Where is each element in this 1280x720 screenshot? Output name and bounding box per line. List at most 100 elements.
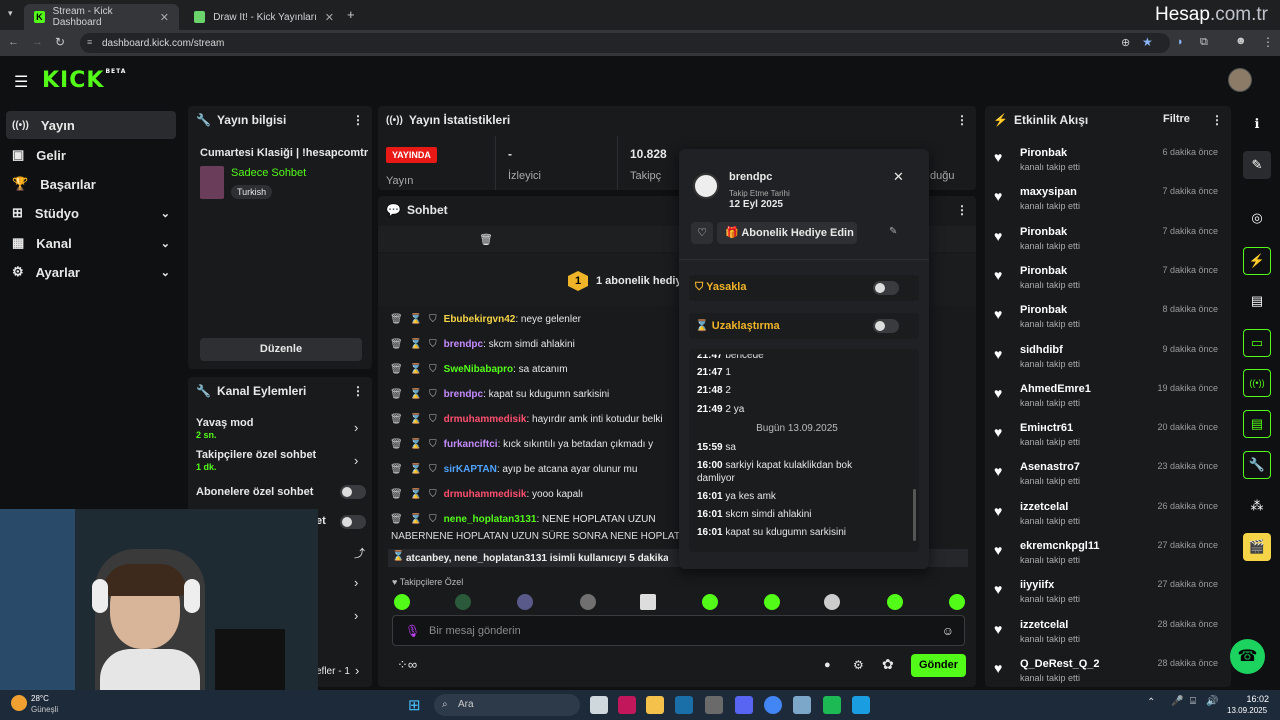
send-button[interactable]: Gönder: [911, 654, 966, 677]
mod-tool-icon[interactable]: ✎: [889, 226, 897, 237]
document-icon[interactable]: ▤: [1243, 287, 1271, 315]
folder-icon[interactable]: [646, 696, 664, 714]
more-options-icon[interactable]: ⋮: [352, 113, 364, 127]
lightning-icon[interactable]: ⚡: [1243, 247, 1271, 275]
shield-icon[interactable]: ⛉: [429, 489, 437, 500]
chat-username[interactable]: SweNibabapro: [444, 364, 513, 375]
tab-list-chevron-icon[interactable]: ▾: [8, 8, 13, 19]
chart-icon[interactable]: ⤴: [354, 545, 365, 561]
activity-event[interactable]: ♥ Asenastro7 kanalı takip etti 23 dakika ön…: [994, 459, 1220, 497]
zoom-icon[interactable]: ⊕: [1121, 36, 1130, 49]
event-username[interactable]: izzetcelal: [1020, 501, 1068, 513]
trash-icon[interactable]: 🗑: [390, 339, 403, 350]
close-icon[interactable]: ✕: [893, 169, 904, 185]
chevron-right-icon[interactable]: ›: [354, 575, 358, 590]
gear-icon[interactable]: ⚙: [853, 658, 864, 672]
ban-toggle[interactable]: [873, 281, 899, 295]
chevron-down-icon[interactable]: ⌄: [161, 237, 170, 250]
close-icon[interactable]: ✕: [160, 11, 169, 24]
emote-icon[interactable]: [949, 594, 965, 610]
back-arrow-icon[interactable]: ←: [8, 36, 19, 48]
event-username[interactable]: ekremcnkpgl11: [1020, 540, 1100, 552]
category-link[interactable]: Sadece Sohbet: [231, 167, 306, 179]
chevron-down-icon[interactable]: ⌄: [161, 266, 170, 279]
hamburger-menu-icon[interactable]: ☰: [14, 72, 28, 92]
nav-item-basarilar[interactable]: 🏆 Başarılar: [6, 170, 176, 198]
hourglass-icon[interactable]: ⌛: [410, 389, 422, 400]
url-input[interactable]: ≡ dashboard.kick.com/stream: [80, 33, 1170, 53]
follow-heart-button[interactable]: ♡: [691, 222, 713, 244]
emote-icon[interactable]: [640, 594, 656, 610]
nav-item-kanal[interactable]: ▦ Kanal ⌄: [6, 229, 176, 257]
bookmark-star-icon[interactable]: ★: [1142, 35, 1153, 49]
reload-icon[interactable]: ↻: [55, 35, 65, 49]
event-username[interactable]: sidhdibf: [1020, 344, 1063, 356]
chevron-right-icon[interactable]: ›: [354, 453, 358, 468]
shield-icon[interactable]: ⛉: [429, 389, 437, 400]
event-username[interactable]: maxysipan: [1020, 186, 1077, 198]
emote-icon[interactable]: [887, 594, 903, 610]
emote-icon[interactable]: [394, 594, 410, 610]
activity-event[interactable]: ♥ Pironbak kanalı takip etti 7 dakika önce: [994, 224, 1220, 262]
network-icon[interactable]: ⌸: [1190, 696, 1196, 707]
nav-item-yayin[interactable]: ((•)) Yayın: [6, 111, 176, 139]
hourglass-icon[interactable]: ⌛: [410, 464, 422, 475]
event-username[interactable]: Q_DeRest_Q_2: [1020, 658, 1100, 670]
shield-icon[interactable]: ⛉: [429, 514, 437, 525]
file-explorer-icon[interactable]: [590, 696, 608, 714]
emote-icon[interactable]: [517, 594, 533, 610]
profile-icon[interactable]: ☻: [1235, 35, 1247, 47]
activity-event[interactable]: ♥ Q_DeRest_Q_2 kanalı takip etti 28 dakika …: [994, 656, 1220, 694]
chat-input-box[interactable]: 🎙 Bir mesaj gönderin ☺: [392, 615, 965, 646]
camera-icon[interactable]: ◎: [1243, 204, 1271, 232]
emote-icon[interactable]: [764, 594, 780, 610]
app-icon[interactable]: [618, 696, 636, 714]
chat-username[interactable]: nene_hoplatan3131: [444, 514, 537, 525]
chevron-right-icon[interactable]: ›: [354, 420, 358, 435]
nav-item-studyo[interactable]: ⊞ Stüdyo ⌄: [6, 199, 176, 227]
activity-event[interactable]: ♥ Pironbak kanalı takip etti 7 dakika önce: [994, 263, 1220, 301]
event-username[interactable]: iiyyiifx: [1020, 579, 1054, 591]
steam-icon[interactable]: [675, 696, 693, 714]
microphone-icon[interactable]: 🎙: [405, 624, 420, 638]
activity-event[interactable]: ♥ sidhdibf kanalı takip etti 9 dakika önce: [994, 342, 1220, 380]
hourglass-icon[interactable]: ⌛: [410, 439, 422, 450]
more-options-icon[interactable]: ⋮: [956, 203, 968, 217]
chat-bubble-icon[interactable]: ●: [824, 659, 831, 671]
edge-icon[interactable]: [852, 696, 870, 714]
forward-arrow-icon[interactable]: →: [32, 36, 43, 48]
hourglass-icon[interactable]: ⌛: [410, 414, 422, 425]
spotify-icon[interactable]: [823, 696, 841, 714]
event-username[interactable]: Pironbak: [1020, 226, 1067, 238]
shield-icon[interactable]: ⛉: [429, 339, 437, 350]
event-username[interactable]: Pironbak: [1020, 304, 1067, 316]
emoji-icon[interactable]: ☺: [942, 624, 954, 638]
chrome-icon[interactable]: [764, 696, 782, 714]
event-username[interactable]: Asenastro7: [1020, 461, 1080, 473]
extension-icon[interactable]: ◗: [1177, 36, 1184, 48]
emote-icon[interactable]: [702, 594, 718, 610]
site-info-icon[interactable]: ≡: [87, 37, 92, 47]
shield-icon[interactable]: ⛉: [429, 314, 437, 325]
browser-menu-icon[interactable]: ⋮: [1262, 35, 1274, 49]
channel-points-icon[interactable]: ⁘∞: [397, 657, 417, 673]
emote-icon[interactable]: [455, 594, 471, 610]
subs-only-toggle[interactable]: [340, 485, 366, 499]
trash-icon[interactable]: 🗑: [390, 389, 403, 400]
trash-icon[interactable]: 🗑: [390, 414, 403, 425]
chat-username[interactable]: furkanciftci: [444, 439, 498, 450]
activity-event[interactable]: ♥ izzetcelal kanalı takip etti 28 dakika ön…: [994, 617, 1220, 655]
timeout-toggle[interactable]: [873, 319, 899, 333]
wrench-icon[interactable]: 🔧: [1243, 451, 1271, 479]
clock-time[interactable]: 16:02: [1229, 694, 1269, 704]
activity-event[interactable]: ♥ iiyyiifx kanalı takip etti 27 dakika önce: [994, 577, 1220, 615]
pencil-icon[interactable]: ✎: [1243, 151, 1271, 179]
hourglass-icon[interactable]: ⌛: [410, 514, 422, 525]
settings-icon[interactable]: [793, 696, 811, 714]
microphone-icon[interactable]: 🎤: [1171, 696, 1183, 707]
share-icon[interactable]: ⁂: [1243, 492, 1271, 520]
scrollbar-thumb[interactable]: [913, 489, 916, 541]
clapboard-icon[interactable]: 🎬: [1243, 533, 1271, 561]
event-username[interactable]: Emінctr61: [1020, 422, 1073, 434]
chat-username[interactable]: brendpc: [444, 339, 483, 350]
